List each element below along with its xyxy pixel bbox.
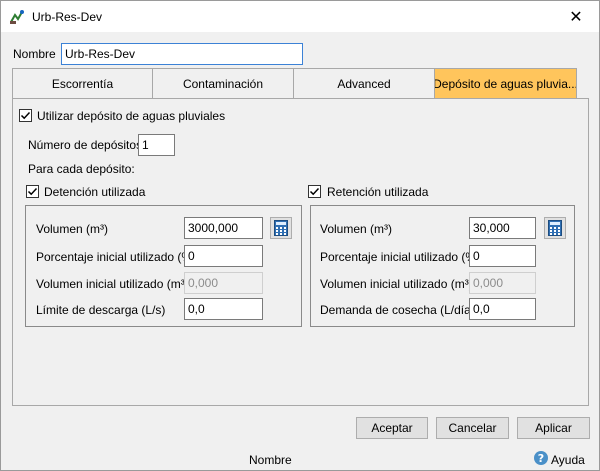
apply-button-label: Aplicar [535,421,572,435]
tab-advanced[interactable]: Advanced [293,68,435,99]
detention-pct-input[interactable]: 0 [184,245,263,267]
retention-pct-input[interactable]: 0 [469,245,536,267]
retention-label: Retención utilizada [327,185,429,199]
detention-init-vol-label: Volumen inicial utilizado (m³) [36,277,189,291]
retention-calculator-button[interactable] [544,217,566,239]
close-button[interactable]: ✕ [553,1,599,32]
dialog-window: Urb-Res-Dev ✕ Nombre Urb-Res-Dev Escorre… [0,0,600,471]
title-bar: Urb-Res-Dev ✕ [1,1,599,32]
app-icon [9,9,25,25]
cancel-button-label: Cancelar [448,421,497,435]
tab-label: Escorrentía [51,76,114,91]
detention-pct-label: Porcentaje inicial utilizado (%) [36,250,197,264]
tab-deposito-aguas-pluviales[interactable]: Depósito de aguas pluvia... [434,68,577,99]
tab-contaminacion[interactable]: Contaminación [152,68,294,99]
use-cistern-label: Utilizar depósito de aguas pluviales [37,109,226,123]
cancel-button[interactable]: Cancelar [436,417,509,439]
tab-escorrentia[interactable]: Escorrentía [12,68,153,99]
retention-pct-label: Porcentaje inicial utilizado (%) [320,250,481,264]
use-cistern-checkbox[interactable] [19,109,32,122]
accept-button[interactable]: Aceptar [356,417,428,439]
detention-checkbox[interactable] [26,185,39,198]
detention-volume-label: Volumen (m³) [36,222,109,236]
retention-volume-label: Volumen (m³) [320,222,393,236]
checkmark-icon [27,187,38,196]
detention-volume-input[interactable]: 3000,000 [184,217,263,239]
accept-button-label: Aceptar [371,421,413,435]
retention-init-vol-input: 0,000 [469,272,536,294]
detention-limit-label: Límite de descarga (L/s) [36,303,166,317]
cistern-count-label: Número de depósitos [28,138,143,152]
calculator-icon [274,220,288,236]
close-icon: ✕ [569,8,583,26]
checkmark-icon [309,187,320,196]
help-label: Ayuda [551,453,585,467]
retention-demand-input[interactable]: 0,0 [469,298,536,320]
detention-label: Detención utilizada [44,185,146,199]
apply-button[interactable]: Aplicar [517,417,590,439]
help-icon: ? [534,451,548,465]
detention-limit-input[interactable]: 0,0 [184,298,263,320]
retention-volume-input[interactable]: 30,000 [469,217,536,239]
tab-label: Contaminación [182,76,264,91]
help-link[interactable]: ? Ayuda [534,451,586,467]
name-input[interactable]: Urb-Res-Dev [61,43,303,65]
retention-init-vol-label: Volumen inicial utilizado (m³) [320,277,473,291]
calculator-icon [548,220,562,236]
detention-calculator-button[interactable] [270,217,292,239]
retention-demand-label: Demanda de cosecha (L/día) [320,303,475,317]
per-cistern-label: Para cada depósito: [28,162,135,176]
tab-label: Advanced [337,76,391,91]
detention-init-vol-input: 0,000 [184,272,263,294]
window-title: Urb-Res-Dev [32,10,103,24]
checkmark-icon [20,111,31,120]
tab-bar: Escorrentía Contaminación Advanced Depós… [12,68,577,99]
cistern-count-input[interactable]: 1 [138,134,175,156]
name-label: Nombre [13,47,56,61]
status-text: Nombre [249,453,292,467]
retention-checkbox[interactable] [308,185,321,198]
tab-label: Depósito de aguas pluvia... [434,76,577,91]
